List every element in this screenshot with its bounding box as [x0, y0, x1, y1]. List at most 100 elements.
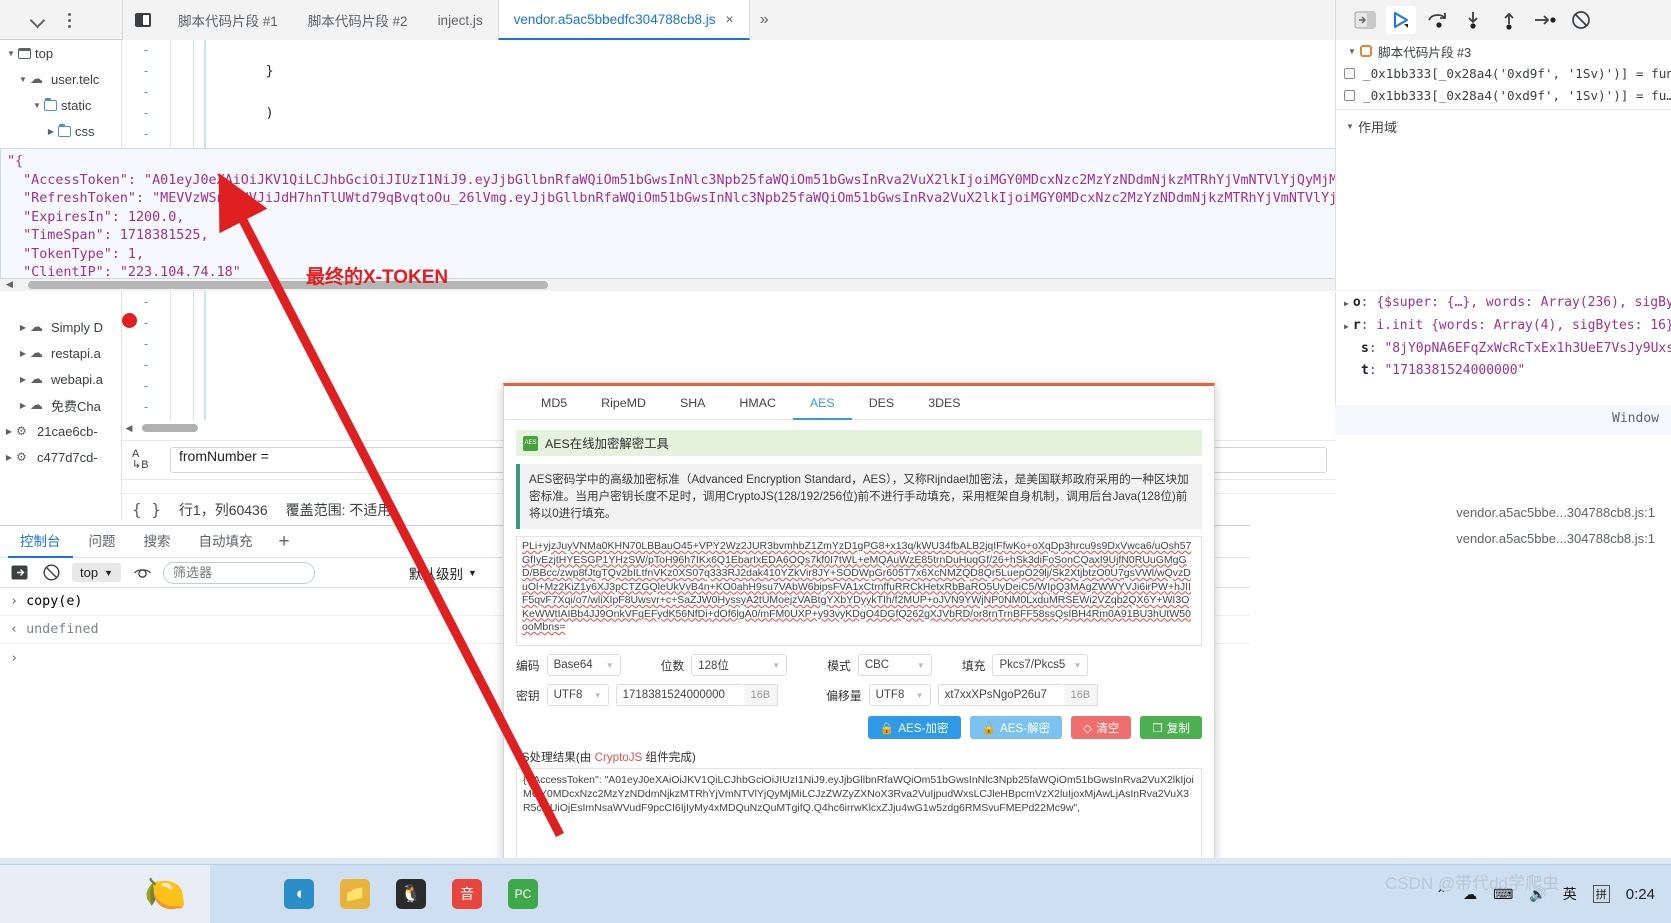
key-input[interactable]: 1718381524000000	[615, 684, 744, 706]
dock-panel-icon[interactable]	[123, 0, 163, 40]
disclosure-triangle-icon[interactable]: ▶	[1344, 322, 1349, 331]
edge-browser-icon[interactable]: ◖	[284, 879, 314, 909]
disclosure-triangle-icon[interactable]: ▶	[1344, 299, 1349, 308]
close-icon[interactable]: ×	[726, 11, 734, 27]
disclosure-triangle-icon[interactable]: ▶	[2, 427, 16, 436]
step-button[interactable]	[1530, 6, 1560, 34]
disclosure-triangle-icon[interactable]: ▶	[2, 453, 16, 462]
encoding-select[interactable]: Base64 ▼	[546, 654, 621, 676]
breakpoint-checkbox[interactable]	[1344, 89, 1355, 101]
resume-script-button[interactable]	[1386, 6, 1416, 34]
tray-ime-icon[interactable]: 英	[1563, 884, 1577, 904]
tab-3des[interactable]: 3DES	[911, 386, 977, 420]
cryptojs-link[interactable]: CryptoJS	[595, 751, 643, 764]
scope-var-t[interactable]: t: "1718381524000000"	[1344, 360, 1671, 382]
disclosure-triangle-icon[interactable]: ▶	[16, 323, 30, 332]
nav-item-user-telc[interactable]: ▼ ☁ user.telc	[0, 66, 121, 92]
clear-console-icon[interactable]	[40, 562, 62, 584]
pretty-print-icon[interactable]: { }	[132, 500, 161, 519]
popup-horizontal-scrollbar[interactable]	[0, 279, 1547, 291]
scroll-left-icon[interactable]: ◀	[6, 279, 13, 290]
breakpoint-checkbox[interactable]	[1344, 67, 1355, 79]
padding-select[interactable]: Pkcs7/Pkcs5 ▼	[992, 654, 1089, 676]
tray-pinyin-icon[interactable]: 拼	[1592, 885, 1610, 903]
scroll-left-icon[interactable]: ◀	[122, 423, 136, 434]
disclosure-triangle-icon[interactable]: ▶	[44, 127, 58, 136]
tab-des[interactable]: DES	[852, 386, 911, 420]
nav-item-top[interactable]: ▼ top	[0, 40, 121, 66]
console-source-link[interactable]: vendor.a5ac5bbe...304788cb8.js:1	[1335, 531, 1671, 546]
nav-item-static[interactable]: ▼ static	[0, 92, 121, 118]
tab-autofill[interactable]: 自动填充	[187, 526, 265, 558]
disclosure-triangle-icon[interactable]: ▼	[30, 101, 44, 110]
step-into-button[interactable]	[1458, 6, 1488, 34]
deactivate-breakpoints-button[interactable]	[1566, 6, 1596, 34]
tab-snippet-1[interactable]: 脚本代码片段 #1	[163, 0, 293, 40]
pycharm-icon[interactable]: PC	[508, 879, 538, 909]
iv-input[interactable]: xt7xxXPsNgoP26u7	[937, 684, 1064, 706]
disclosure-triangle-icon[interactable]: ▼	[1342, 122, 1358, 131]
chevron-down-icon[interactable]	[30, 12, 46, 28]
aes-tool-window[interactable]: MD5 RipeMD SHA HMAC AES DES 3DES AES AES…	[503, 383, 1215, 868]
tab-aes[interactable]: AES	[792, 386, 852, 420]
aes-clear-button[interactable]: ◇ 清空	[1071, 716, 1132, 739]
breakpoint-item[interactable]: _0x1bb333[_0x28a4('0xd9f', '1Sv)')] = fu…	[1336, 62, 1671, 84]
tab-search[interactable]: 搜索	[132, 526, 183, 558]
dock-right-icon[interactable]	[1350, 6, 1380, 34]
step-over-button[interactable]	[1422, 6, 1452, 34]
iv-charset-select[interactable]: UTF8 ▼	[868, 684, 931, 706]
tab-sha[interactable]: SHA	[663, 386, 722, 420]
key-charset-select[interactable]: UTF8 ▼	[546, 684, 609, 706]
disclosure-triangle-icon[interactable]: ▶	[16, 401, 30, 410]
editor-horizontal-scrollbar[interactable]: ◀	[122, 420, 530, 436]
nav-item-simply-d[interactable]: ▶ ☁ Simply D	[0, 314, 121, 340]
disclosure-triangle-icon[interactable]: ▶	[16, 349, 30, 358]
nav-item-21cae6cb[interactable]: ▶ ⚙ 21cae6cb-	[0, 418, 121, 444]
tab-issues[interactable]: 问题	[77, 526, 128, 558]
aes-encrypt-button[interactable]: 🔒 AES-加密	[867, 716, 961, 739]
tab-vendor-js[interactable]: vendor.a5ac5bbedfc304788cb8.js ×	[497, 0, 750, 40]
step-out-button[interactable]	[1494, 6, 1524, 34]
nav-item-c477d7cd[interactable]: ▶ ⚙ c477d7cd-	[0, 444, 121, 470]
add-tab-icon[interactable]: +	[269, 531, 300, 553]
tab-overflow-icon[interactable]: »	[750, 0, 779, 40]
tab-ripemd[interactable]: RipeMD	[584, 386, 663, 420]
live-expression-icon[interactable]	[131, 562, 153, 584]
console-filter-input[interactable]	[163, 561, 315, 584]
console-level-selector[interactable]: 默认级别 ▼	[409, 563, 477, 583]
aes-copy-button[interactable]: ❐ 复制	[1140, 716, 1202, 739]
breakpoint-group-header[interactable]: ▼ 脚本代码片段 #3	[1336, 40, 1671, 62]
tab-inject-js[interactable]: inject.js	[423, 0, 498, 40]
console-context-selector[interactable]: top ▼	[72, 563, 121, 582]
nav-item-free-chat[interactable]: ▶ ☁ 免费Cha	[0, 392, 121, 418]
aes-decrypt-button[interactable]: 🔓 AES-解密	[969, 716, 1063, 739]
tab-md5[interactable]: MD5	[524, 386, 584, 420]
file-explorer-icon[interactable]: 📁	[340, 879, 370, 909]
scope-var-s[interactable]: s: "8jY0pNA6EFqZxWcRcTxEx1h3UeE7VsJy9Uxs…	[1344, 338, 1671, 360]
breakpoint-item[interactable]: _0x1bb333[_0x28a4('0xd9f', '1Sv)')] = fu…	[1336, 84, 1671, 106]
console-source-link[interactable]: vendor.a5ac5bbe...304788cb8.js:1	[1335, 505, 1671, 520]
lemon-app-icon[interactable]: 🍋	[144, 874, 188, 914]
bits-select[interactable]: 128位 ▼	[691, 654, 788, 676]
more-vertical-icon[interactable]	[68, 12, 71, 28]
disclosure-triangle-icon[interactable]: ▼	[16, 75, 30, 84]
tab-snippet-2[interactable]: 脚本代码片段 #2	[293, 0, 423, 40]
disclosure-triangle-icon[interactable]: ▼	[1344, 47, 1360, 56]
disclosure-triangle-icon[interactable]: ▼	[4, 49, 18, 58]
js-result-box[interactable]: { "AccessToken": "A01eyJ0eXAiOiJKV1QiLCJ…	[516, 768, 1202, 864]
scope-var-o[interactable]: ▶ o: {$super: {…}, words: Array(236), sig…	[1344, 292, 1671, 315]
breakpoints-panel[interactable]: ▼ 脚本代码片段 #3 _0x1bb333[_0x28a4('0xd9f', '…	[1335, 40, 1671, 290]
taskbar-clock[interactable]: 0:24	[1626, 886, 1655, 903]
tab-hmac[interactable]: HMAC	[722, 386, 792, 420]
aes-input-textarea[interactable]: PLi+yjzJuyVNMa0KHN70LBBauO45+VPY2Wz2JUR3…	[516, 536, 1202, 646]
show-sidebar-icon[interactable]	[8, 562, 30, 584]
red-app-icon[interactable]: 音	[452, 879, 482, 909]
breakpoint-dot[interactable]	[122, 313, 137, 328]
qq-icon[interactable]: 🐧	[396, 879, 426, 909]
tab-console[interactable]: 控制台	[8, 526, 73, 558]
disclosure-triangle-icon[interactable]: ▶	[16, 375, 30, 384]
mode-select[interactable]: CBC ▼	[857, 654, 932, 676]
nav-item-restapi[interactable]: ▶ ☁ restapi.a	[0, 340, 121, 366]
nav-item-css[interactable]: ▶ css	[0, 118, 121, 144]
scope-var-r[interactable]: ▶ r: i.init {words: Array(4), sigBytes: 1…	[1344, 315, 1671, 338]
